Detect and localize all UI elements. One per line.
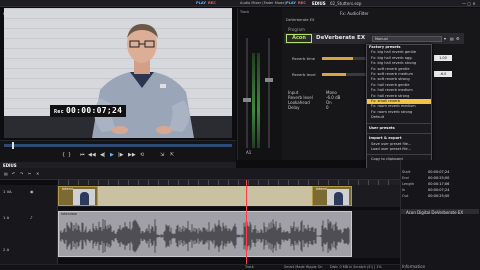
preset-item[interactable]: Default [367, 115, 431, 120]
prop-label: Start [402, 170, 411, 174]
new-sequence-icon[interactable]: ▤ [4, 171, 8, 176]
step-back-icon[interactable]: ◀| [100, 152, 106, 158]
menu-divider [367, 154, 431, 156]
overwrite-icon[interactable]: ⇱ [170, 152, 174, 158]
acon-logo: Acon [286, 34, 312, 43]
mixer-strip-label: A1 [246, 150, 252, 155]
rewind-icon[interactable]: ◀◀ [88, 152, 96, 158]
clip-thumbnail [327, 189, 349, 205]
reverb-level-value[interactable]: -6.0 [434, 71, 452, 77]
prop-value: 00:00:07;24 [428, 170, 450, 174]
timeline-playhead[interactable] [246, 180, 247, 270]
reverb-time-slider[interactable] [322, 57, 366, 60]
prop-value: 00:00:25;00 [428, 194, 450, 198]
set-in-icon[interactable]: { [62, 152, 65, 158]
settings-icon[interactable]: ⚙ [456, 36, 460, 41]
mixer-track-label: Track [240, 10, 250, 14]
recorder-scrub-bar[interactable] [4, 142, 232, 149]
track-headers: 1 VA ◉ 1 A ♪ 2 A [0, 185, 58, 270]
loop-icon[interactable]: ⟲ [140, 152, 144, 158]
prop-label: End [402, 176, 409, 180]
clip-name: Intervi [62, 187, 73, 191]
level-meter [252, 53, 255, 148]
presenter-image [92, 24, 194, 138]
fader-track[interactable] [246, 38, 248, 148]
waveform-path [60, 219, 350, 253]
level-meter [257, 53, 260, 148]
video-clip[interactable]: Intervi [312, 186, 352, 206]
status-value: 0 [326, 105, 329, 110]
status-label: Delay [288, 105, 300, 110]
fast-forward-icon[interactable]: ▶▶ [128, 152, 136, 158]
effect-list-item[interactable]: Acon Digital DeVerberate EX [406, 210, 463, 215]
presets-menu: Factory presets Fx: big hall reverb gent… [366, 44, 432, 170]
step-forward-icon[interactable]: |▶ [118, 152, 124, 158]
menu-divider [367, 122, 431, 124]
video-visible-icon[interactable]: ◉ [30, 189, 34, 194]
recorder-video [4, 8, 232, 138]
user-presets-header: User presets [369, 125, 395, 130]
play-mode-label[interactable]: PLAY [196, 1, 206, 5]
clip-name: Intervi [316, 187, 327, 191]
recorder-transport: { } ⏮ ◀◀ ◀| ▶ |▶ ▶▶ ⟲ ⇲ ⇱ [0, 140, 236, 162]
prop-label: Out [402, 194, 409, 198]
fader-knob[interactable] [265, 78, 273, 82]
prop-label: Length [402, 182, 415, 186]
recorder-scrub-head[interactable] [12, 142, 14, 149]
timecode-value: 00:00:07;24 [65, 106, 123, 115]
mixer-window-title: Audio Mixer (Fader Mode) [240, 1, 286, 5]
status-bar: Track Smart Mode Ripple On Disk: 0 MB in… [0, 264, 400, 270]
status-item: Disk: 0 MB in Scratch (E:) | 1% [330, 265, 382, 269]
set-out-icon[interactable]: } [68, 152, 71, 158]
fader-knob[interactable] [243, 98, 251, 102]
reverb-level-slider[interactable] [322, 73, 366, 76]
brand-label: EDIUS [312, 1, 326, 6]
info-footer: Information [402, 264, 426, 269]
effect-panel-title: DeVerberate EX [286, 18, 315, 22]
cut-icon[interactable]: ✂ [28, 171, 31, 176]
speaker-icon[interactable]: ♪ [30, 215, 33, 220]
play-icon[interactable]: ▶ [110, 152, 114, 158]
save-preset-icon[interactable]: ▤ [450, 36, 454, 41]
reverb-time-value[interactable]: 1.00 [434, 55, 452, 61]
tab-program[interactable]: Program [288, 27, 305, 32]
prev-edit-icon[interactable]: ⏮ [80, 152, 85, 158]
delete-icon[interactable]: ✕ [36, 171, 39, 176]
fader-track[interactable] [268, 38, 270, 148]
track-name: 1 A [3, 215, 10, 220]
undo-icon[interactable]: ↶ [12, 171, 15, 176]
audio-mixer-panel [237, 8, 282, 160]
status-item: Smart Mode [284, 265, 305, 269]
plugin-name: DeVerberate EX [316, 35, 366, 41]
menu-divider [367, 133, 431, 135]
load-preset-file-item[interactable]: Load user preset file... [367, 147, 431, 152]
track-name: 1 VA [3, 189, 12, 194]
video-clip-body[interactable] [98, 186, 312, 206]
recorder-timecode: Rec 00:00:07;24 [50, 105, 127, 117]
effect-chain-label: Fx: AudioFilter [340, 11, 369, 16]
play-mode-label-2[interactable]: PLAY [286, 1, 296, 5]
prop-value: 00:00:07;24 [428, 188, 450, 192]
clip-thumbnail [73, 189, 95, 205]
audio-waveform [60, 219, 350, 253]
status-item: Track [245, 265, 254, 269]
prop-value: 00:00:25;00 [428, 176, 450, 180]
prop-value: 00:00:17;06 [428, 182, 450, 186]
insert-icon[interactable]: ⇲ [160, 152, 164, 158]
rec-mode-label[interactable]: REC [208, 1, 216, 5]
redo-icon[interactable]: ↷ [20, 171, 23, 176]
status-item: Ripple On [306, 265, 323, 269]
param-label-reverb-level: Reverb level [292, 72, 316, 77]
video-clip[interactable]: Intervi [58, 186, 98, 206]
param-label-reverb-time: Reverb time [292, 56, 316, 61]
rec-mode-label-2[interactable]: REC [298, 1, 306, 5]
chevron-down-icon[interactable]: ▾ [444, 36, 446, 41]
window-controls-icon[interactable]: — ▢ ✕ [462, 1, 476, 6]
project-filename: 02_Stutters.ezp [330, 1, 362, 6]
audio-clip-name: Interview [61, 212, 77, 216]
timecode-prefix: Rec [54, 109, 64, 115]
preset-dropdown[interactable]: Manual [372, 36, 442, 42]
track-name: 2 A [3, 247, 10, 252]
prop-label: In [402, 188, 406, 192]
